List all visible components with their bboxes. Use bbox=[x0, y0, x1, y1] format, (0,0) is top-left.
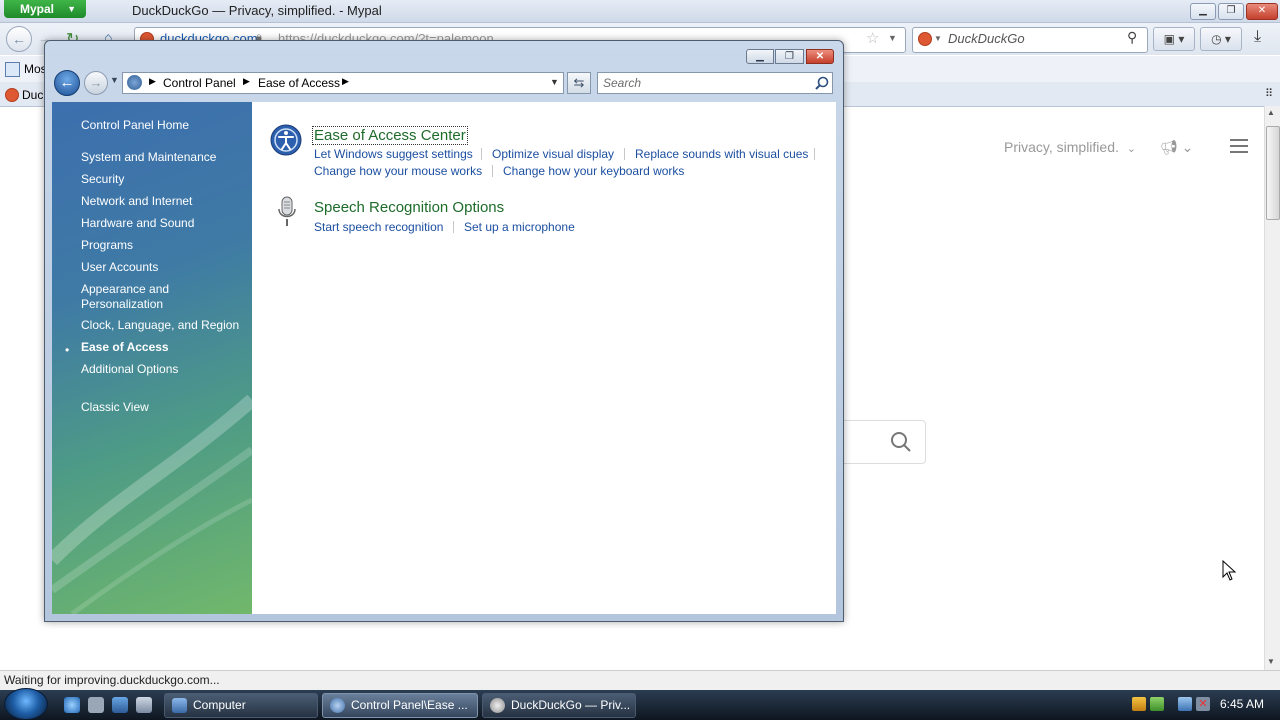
start-button[interactable] bbox=[4, 688, 48, 720]
control-panel-icon bbox=[330, 698, 345, 713]
browser-icon bbox=[490, 698, 505, 713]
cp-back-icon[interactable]: ← bbox=[54, 70, 80, 96]
quick-launch-icon[interactable] bbox=[136, 697, 152, 713]
mouse-cursor-icon bbox=[1222, 560, 1237, 581]
taskbar-button-browser[interactable]: DuckDuckGo — Priv... bbox=[482, 693, 636, 718]
cp-minimize-button[interactable]: ▁ bbox=[746, 49, 774, 64]
sidebar-item-appearance[interactable]: Appearance and Personalization bbox=[81, 282, 231, 312]
cp-maximize-button[interactable]: ❐ bbox=[775, 49, 804, 64]
scrollbar-thumb[interactable] bbox=[1266, 126, 1280, 220]
link-separator bbox=[481, 148, 482, 160]
browser-minimize-button[interactable]: ▁ bbox=[1190, 3, 1216, 20]
security-shield-icon[interactable] bbox=[1132, 697, 1146, 711]
breadcrumb-ease-of-access[interactable]: Ease of Access bbox=[258, 76, 340, 90]
ease-of-access-icon[interactable] bbox=[270, 124, 302, 156]
taskbar-button-label: Computer bbox=[193, 698, 246, 712]
breadcrumb-separator-icon[interactable]: ▶ bbox=[149, 76, 156, 87]
task-change-mouse[interactable]: Change how your mouse works bbox=[314, 164, 482, 178]
breadcrumb-control-panel[interactable]: Control Panel bbox=[163, 76, 236, 90]
cp-close-button[interactable]: ✕ bbox=[806, 49, 834, 64]
chevron-down-icon: ⌄ bbox=[1126, 143, 1136, 155]
speech-recognition-options-link[interactable]: Speech Recognition Options bbox=[314, 199, 504, 216]
control-panel-icon bbox=[127, 75, 142, 90]
show-desktop-icon[interactable] bbox=[112, 697, 128, 713]
tab-favicon-icon bbox=[5, 88, 19, 102]
sidebar-item-user-accounts[interactable]: User Accounts bbox=[81, 260, 158, 274]
taskbar-button-label: DuckDuckGo — Priv... bbox=[511, 698, 631, 712]
volume-muted-icon[interactable]: ✕ bbox=[1196, 697, 1210, 711]
hamburger-menu-icon[interactable] bbox=[1230, 139, 1248, 153]
task-replace-sounds[interactable]: Replace sounds with visual cues bbox=[635, 147, 808, 161]
refresh-icon[interactable]: ⇆ bbox=[567, 72, 591, 94]
sidebar-item-system-maintenance[interactable]: System and Maintenance bbox=[81, 150, 216, 164]
search-engine-placeholder[interactable]: DuckDuckGo bbox=[948, 31, 1025, 46]
taskbar-button-label: Control Panel\Ease ... bbox=[351, 698, 468, 712]
recent-pages-dropdown-icon[interactable]: ▼ bbox=[110, 75, 119, 85]
ease-of-access-center-link[interactable]: Ease of Access Center bbox=[312, 126, 468, 145]
sidebar-decoration bbox=[52, 394, 252, 614]
taskbar-button-computer[interactable]: Computer bbox=[164, 693, 318, 718]
address-dropdown-icon[interactable]: ▼ bbox=[550, 77, 559, 87]
scroll-up-icon[interactable]: ▲ bbox=[1267, 108, 1275, 117]
back-icon[interactable]: ← bbox=[6, 26, 32, 52]
sidebar-item-clock-language[interactable]: Clock, Language, and Region bbox=[81, 318, 239, 332]
network-icon[interactable] bbox=[1178, 697, 1192, 711]
browser-close-button[interactable]: ✕ bbox=[1246, 3, 1278, 20]
sidebar-item-additional-options[interactable]: Additional Options bbox=[81, 362, 178, 376]
cp-content-pane bbox=[252, 102, 836, 614]
breadcrumb-separator-icon[interactable]: ▶ bbox=[243, 76, 250, 87]
link-separator bbox=[492, 165, 493, 177]
bookmark-star-icon[interactable]: ☆ bbox=[866, 29, 879, 47]
task-change-keyboard[interactable]: Change how your keyboard works bbox=[503, 164, 684, 178]
task-let-windows-suggest[interactable]: Let Windows suggest settings bbox=[314, 147, 473, 161]
chevron-down-icon: ▼ bbox=[67, 4, 76, 14]
status-text: Waiting for improving.duckduckgo.com... bbox=[4, 673, 220, 687]
ddg-privacy-menu[interactable]: Privacy, simplified. ⌄ bbox=[1004, 139, 1136, 155]
switch-windows-icon[interactable] bbox=[88, 697, 104, 713]
internet-explorer-icon[interactable] bbox=[64, 697, 80, 713]
sidebar-item-hardware-sound[interactable]: Hardware and Sound bbox=[81, 216, 194, 230]
app-menu-label: Mypal bbox=[20, 2, 55, 16]
sidebar-control-panel-home[interactable]: Control Panel Home bbox=[81, 118, 189, 132]
tab-list-icon[interactable]: ⠿ bbox=[1265, 87, 1273, 100]
task-start-speech-recognition[interactable]: Start speech recognition bbox=[314, 220, 443, 234]
bookmark-favicon-icon bbox=[5, 62, 20, 77]
history-button[interactable]: ◷ ▾ bbox=[1200, 27, 1242, 51]
system-clock[interactable]: 6:45 AM bbox=[1220, 697, 1264, 711]
app-menu-button[interactable]: Mypal ▼ bbox=[4, 0, 86, 18]
tray-app-icon[interactable] bbox=[1150, 697, 1164, 711]
duckduckgo-engine-icon[interactable] bbox=[918, 32, 932, 46]
sidebar-item-programs[interactable]: Programs bbox=[81, 238, 133, 252]
sidebar-item-ease-of-access[interactable]: Ease of Access bbox=[81, 340, 169, 354]
tab-duckduckgo[interactable]: Duc bbox=[22, 88, 43, 102]
sidebar-item-security[interactable]: Security bbox=[81, 172, 124, 186]
link-separator bbox=[453, 221, 454, 233]
computer-icon bbox=[172, 698, 187, 713]
scroll-down-icon[interactable]: ▼ bbox=[1267, 657, 1275, 666]
link-separator bbox=[624, 148, 625, 160]
search-icon[interactable] bbox=[890, 431, 912, 453]
megaphone-icon[interactable]: 📢︎ ⌄ bbox=[1160, 139, 1193, 156]
search-icon[interactable]: ⚲ bbox=[1127, 29, 1137, 46]
breadcrumb-separator-icon[interactable]: ▶ bbox=[342, 76, 349, 87]
sidebar-item-network[interactable]: Network and Internet bbox=[81, 194, 192, 208]
active-item-bullet-icon: • bbox=[65, 343, 70, 357]
bookmarks-menu-button[interactable]: ▣ ▾ bbox=[1153, 27, 1195, 51]
taskbar-button-control-panel[interactable]: Control Panel\Ease ... bbox=[322, 693, 478, 718]
task-set-up-microphone[interactable]: Set up a microphone bbox=[464, 220, 575, 234]
task-optimize-visual[interactable]: Optimize visual display bbox=[492, 147, 614, 161]
cp-search-input[interactable]: Search bbox=[597, 72, 833, 94]
cp-forward-icon[interactable]: → bbox=[84, 71, 108, 95]
sidebar-classic-view[interactable]: Classic View bbox=[81, 400, 149, 414]
browser-window-title: DuckDuckGo — Privacy, simplified. - Mypa… bbox=[132, 3, 382, 18]
search-icon[interactable] bbox=[815, 76, 829, 90]
browser-restore-button[interactable]: ❐ bbox=[1218, 3, 1244, 20]
microphone-icon[interactable] bbox=[276, 195, 298, 229]
engine-dropdown-icon[interactable]: ▼ bbox=[934, 34, 942, 43]
url-dropdown-icon[interactable]: ▼ bbox=[888, 33, 897, 43]
link-separator bbox=[814, 148, 815, 160]
download-icon[interactable]: ⤓ bbox=[1254, 28, 1261, 46]
ddg-privacy-menu-label: Privacy, simplified. bbox=[1004, 139, 1119, 155]
